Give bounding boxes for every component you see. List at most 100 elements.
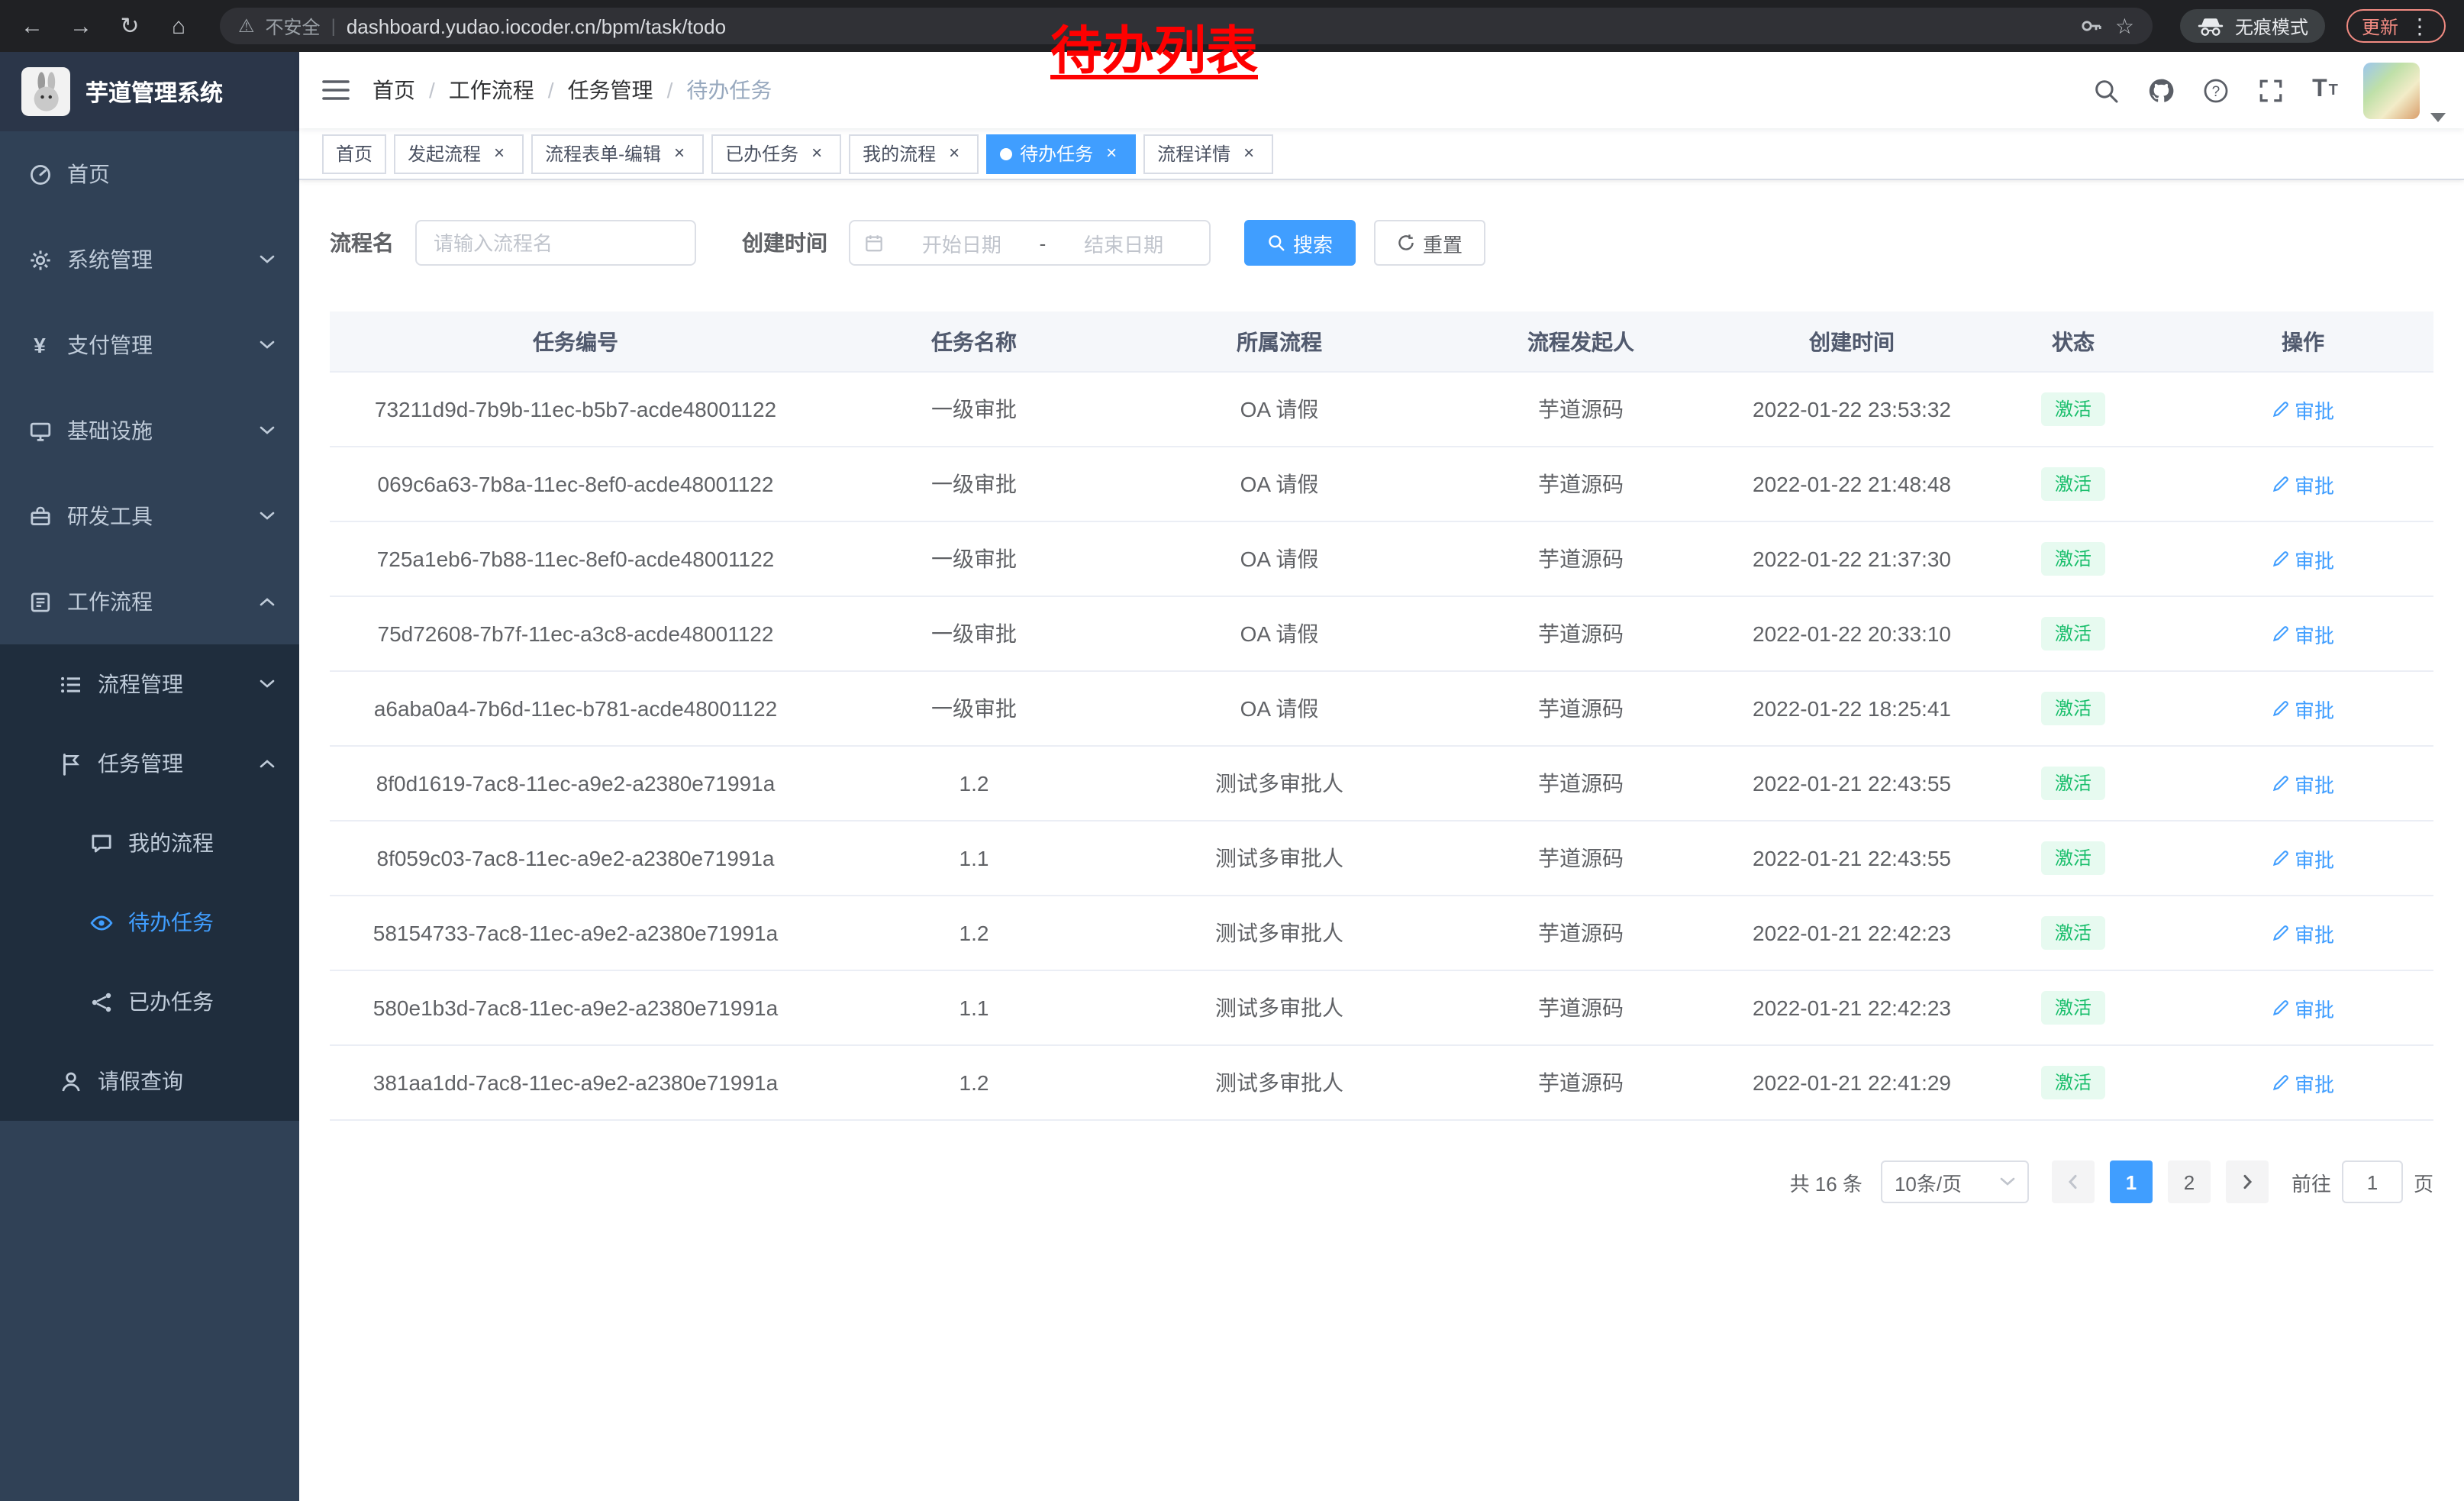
help-icon[interactable]: ? — [2189, 52, 2241, 128]
sidebar-item-label: 支付管理 — [67, 330, 260, 360]
sidebar-item-home[interactable]: 首页 — [0, 131, 299, 217]
date-separator: - — [1040, 231, 1047, 254]
approve-link[interactable]: 审批 — [2272, 918, 2334, 947]
approve-link[interactable]: 审批 — [2272, 844, 2334, 873]
create-time-cell: 2022-01-21 22:42:23 — [1730, 996, 1974, 1020]
tag-item[interactable]: 待办任务× — [986, 134, 1136, 173]
process-cell: 测试多审批人 — [1127, 843, 1432, 873]
forward-icon[interactable]: → — [67, 13, 95, 39]
tag-item[interactable]: 流程详情× — [1143, 134, 1273, 173]
sidebar-item-infrastructure[interactable]: 基础设施 — [0, 388, 299, 473]
avatar[interactable] — [2363, 62, 2420, 118]
update-button[interactable]: 更新 ⋮ — [2346, 9, 2446, 43]
sidebar-item-dev-tools[interactable]: 研发工具 — [0, 473, 299, 559]
approve-link[interactable]: 审批 — [2272, 395, 2334, 424]
task-id-cell: 75d72608-7b7f-11ec-a3c8-acde48001122 — [330, 621, 821, 646]
chevron-up-icon — [260, 759, 275, 768]
flag-icon — [58, 751, 82, 776]
sidebar-item-task-management[interactable]: 任务管理 — [0, 724, 299, 803]
tag-item[interactable]: 发起流程× — [394, 134, 524, 173]
sidebar-item-todo-tasks[interactable]: 待办任务 — [0, 883, 299, 962]
approve-link[interactable]: 审批 — [2272, 694, 2334, 723]
fullscreen-icon[interactable] — [2244, 52, 2296, 128]
table-body: 73211d9d-7b9b-11ec-b5b7-acde48001122 一级审批… — [330, 373, 2433, 1121]
sidebar-item-workflow[interactable]: 工作流程 — [0, 559, 299, 644]
sidebar-item-system-management[interactable]: 系统管理 — [0, 217, 299, 302]
reset-button[interactable]: 重置 — [1374, 220, 1485, 266]
edit-icon — [2272, 774, 2290, 792]
sidebar-item-my-process[interactable]: 我的流程 — [0, 803, 299, 883]
edit-icon — [2272, 999, 2290, 1017]
gear-icon — [27, 247, 52, 272]
action-cell: 审批 — [2172, 769, 2433, 798]
close-icon[interactable]: × — [1101, 143, 1122, 164]
sidebar-item-label: 已办任务 — [128, 986, 275, 1017]
tag-item[interactable]: 我的流程 × — [849, 134, 979, 173]
app-logo: 芋道管理系统 — [0, 52, 299, 131]
breadcrumb-item[interactable]: 首页 — [373, 75, 415, 105]
sidebar-item-done-tasks[interactable]: 已办任务 — [0, 962, 299, 1041]
active-tag-dot — [1000, 147, 1012, 160]
search-icon[interactable] — [2079, 52, 2131, 128]
approve-link[interactable]: 审批 — [2272, 544, 2334, 573]
back-icon[interactable]: ← — [18, 13, 46, 39]
close-icon[interactable]: × — [806, 143, 827, 164]
breadcrumb-separator: / — [667, 78, 673, 102]
hamburger-icon[interactable] — [299, 52, 373, 128]
approve-link[interactable]: 审批 — [2272, 470, 2334, 499]
browser-menu-icon[interactable]: ⋮ — [2409, 15, 2430, 37]
goto-page-input[interactable] — [2342, 1160, 2403, 1203]
close-icon[interactable]: × — [669, 143, 690, 164]
logo-image — [21, 67, 70, 116]
svg-text:?: ? — [2211, 83, 2220, 99]
process-cell: OA 请假 — [1127, 618, 1432, 649]
starter-cell: 芋道源码 — [1432, 768, 1730, 799]
reload-icon[interactable]: ↻ — [116, 12, 144, 40]
update-label: 更新 — [2362, 13, 2398, 39]
sidebar-item-leave-query[interactable]: 请假查询 — [0, 1041, 299, 1121]
close-icon[interactable]: × — [943, 143, 965, 164]
table-row: 58154733-7ac8-11ec-a9e2-a2380e71991a1.2测… — [330, 896, 2433, 971]
tag-item[interactable]: 流程表单-编辑× — [531, 134, 704, 173]
page-size-select[interactable]: 10条/页 — [1881, 1160, 2029, 1203]
page-number-button[interactable]: 1 — [2110, 1160, 2153, 1203]
approve-link[interactable]: 审批 — [2272, 993, 2334, 1022]
sidebar-item-label: 基础设施 — [67, 415, 260, 446]
create-time-cell: 2022-01-21 22:42:23 — [1730, 921, 1974, 945]
key-icon[interactable] — [2080, 14, 2104, 38]
sidebar-item-process-management[interactable]: 流程管理 — [0, 644, 299, 724]
approve-link[interactable]: 审批 — [2272, 1068, 2334, 1097]
process-name-input[interactable] — [415, 220, 696, 266]
tag-item[interactable]: 已办任务× — [711, 134, 841, 173]
approve-link[interactable]: 审批 — [2272, 769, 2334, 798]
close-icon[interactable]: × — [489, 143, 510, 164]
font-size-icon[interactable]: TT — [2299, 52, 2351, 128]
task-id-cell: 73211d9d-7b9b-11ec-b5b7-acde48001122 — [330, 397, 821, 421]
sidebar-item-payment-management[interactable]: ¥支付管理 — [0, 302, 299, 388]
user-icon — [58, 1069, 82, 1093]
task-name-cell: 一级审批 — [821, 693, 1127, 724]
breadcrumb-item[interactable]: 工作流程 — [449, 75, 534, 105]
tag-label: 我的流程 — [863, 140, 936, 166]
page-number-button[interactable]: 2 — [2168, 1160, 2211, 1203]
close-icon[interactable]: × — [1238, 143, 1259, 164]
home-icon[interactable]: ⌂ — [165, 13, 192, 39]
prev-page-button[interactable] — [2052, 1160, 2095, 1203]
starter-cell: 芋道源码 — [1432, 469, 1730, 499]
date-range-picker[interactable]: 开始日期 - 结束日期 — [849, 220, 1211, 266]
status-badge: 激活 — [2041, 767, 2105, 800]
task-id-cell: 580e1b3d-7ac8-11ec-a9e2-a2380e71991a — [330, 996, 821, 1020]
approve-link[interactable]: 审批 — [2272, 619, 2334, 648]
github-icon[interactable] — [2134, 52, 2186, 128]
avatar-caret-icon[interactable] — [2430, 113, 2446, 122]
process-cell: 测试多审批人 — [1127, 1067, 1432, 1098]
chevron-down-icon — [2000, 1177, 2015, 1186]
refresh-icon — [1397, 234, 1415, 252]
tag-item[interactable]: 首页 — [322, 134, 386, 173]
search-button[interactable]: 搜索 — [1244, 220, 1356, 266]
breadcrumb-item[interactable]: 任务管理 — [568, 75, 653, 105]
action-cell: 审批 — [2172, 844, 2433, 873]
next-page-button[interactable] — [2226, 1160, 2269, 1203]
star-icon[interactable]: ☆ — [2115, 13, 2134, 39]
task-name-cell: 1.2 — [821, 921, 1127, 945]
